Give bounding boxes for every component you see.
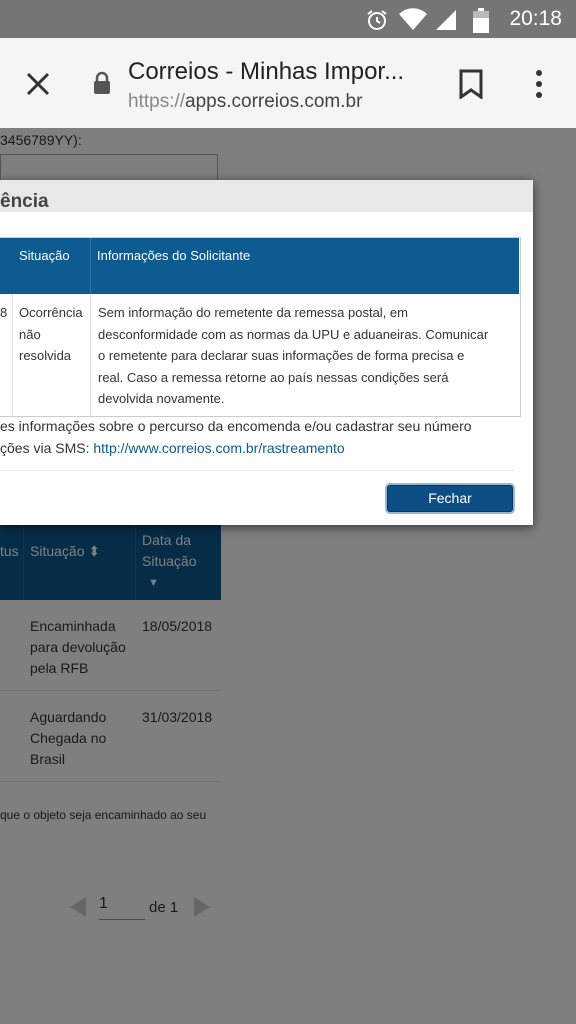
divider xyxy=(0,470,514,471)
close-icon[interactable] xyxy=(24,70,52,98)
status-bar: 20:18 xyxy=(0,0,576,38)
row-info: Sem informação do remetente da remessa p… xyxy=(98,302,488,410)
row-info-line: desconformidade com as normas da UPU e a… xyxy=(98,326,489,342)
header-situacao-label: Situação xyxy=(19,248,70,263)
close-button[interactable]: Fechar xyxy=(387,485,513,512)
browser-toolbar: Correios - Minhas Impor... https://apps.… xyxy=(0,38,576,129)
row-info-line: o remetente para declarar suas informaçõ… xyxy=(98,348,465,363)
dialog-footer-text: es informações sobre o percurso da encom… xyxy=(0,415,472,459)
url-host: apps.correios.com.br xyxy=(185,91,363,112)
dialog-header: ência xyxy=(0,180,533,212)
lock-icon xyxy=(94,71,110,94)
header-info: Informações do Solicitante xyxy=(91,238,519,294)
bookmark-icon[interactable] xyxy=(458,69,484,99)
footer-prefix: ções via SMS: xyxy=(0,440,94,456)
clock: 20:18 xyxy=(509,7,562,30)
wifi-icon xyxy=(399,8,427,30)
url-bar[interactable]: https://apps.correios.com.br xyxy=(128,91,362,113)
row-info-line: real. Caso a remessa retorne ao país nes… xyxy=(98,369,449,385)
alarm-icon xyxy=(367,10,387,30)
row-info-line: devolvida novamente. xyxy=(98,391,225,406)
more-icon[interactable] xyxy=(532,69,546,99)
header-situacao: Situação xyxy=(0,238,90,294)
row-situacao-line: resolvida xyxy=(19,348,72,363)
row-situacao-line: não xyxy=(19,326,41,342)
dialog-title: ência xyxy=(0,191,49,212)
row-situacao-line: Ocorrência xyxy=(19,305,83,320)
occurrence-table: Situação Informações do Solicitante 8 Oc… xyxy=(0,237,521,417)
footer-line: es informações sobre o percurso da encom… xyxy=(0,418,472,434)
page-title[interactable]: Correios - Minhas Impor... xyxy=(128,58,404,86)
header-info-label: Informações do Solicitante xyxy=(97,248,251,263)
row-info-line: Sem informação do remetente da remessa p… xyxy=(98,305,408,320)
footer-line: ções via SMS: http://www.correios.com.br… xyxy=(0,437,472,459)
occurrence-dialog: ência Situação Informações do Solicitant… xyxy=(0,180,533,525)
url-scheme: https:// xyxy=(128,91,186,112)
row-date-fragment: 8 xyxy=(0,305,8,320)
row-situacao: Ocorrência não resolvida xyxy=(19,302,83,367)
tracking-link[interactable]: http://www.correios.com.br/rastreamento xyxy=(93,440,344,456)
signal-icon xyxy=(436,10,456,30)
battery-icon xyxy=(473,8,489,33)
